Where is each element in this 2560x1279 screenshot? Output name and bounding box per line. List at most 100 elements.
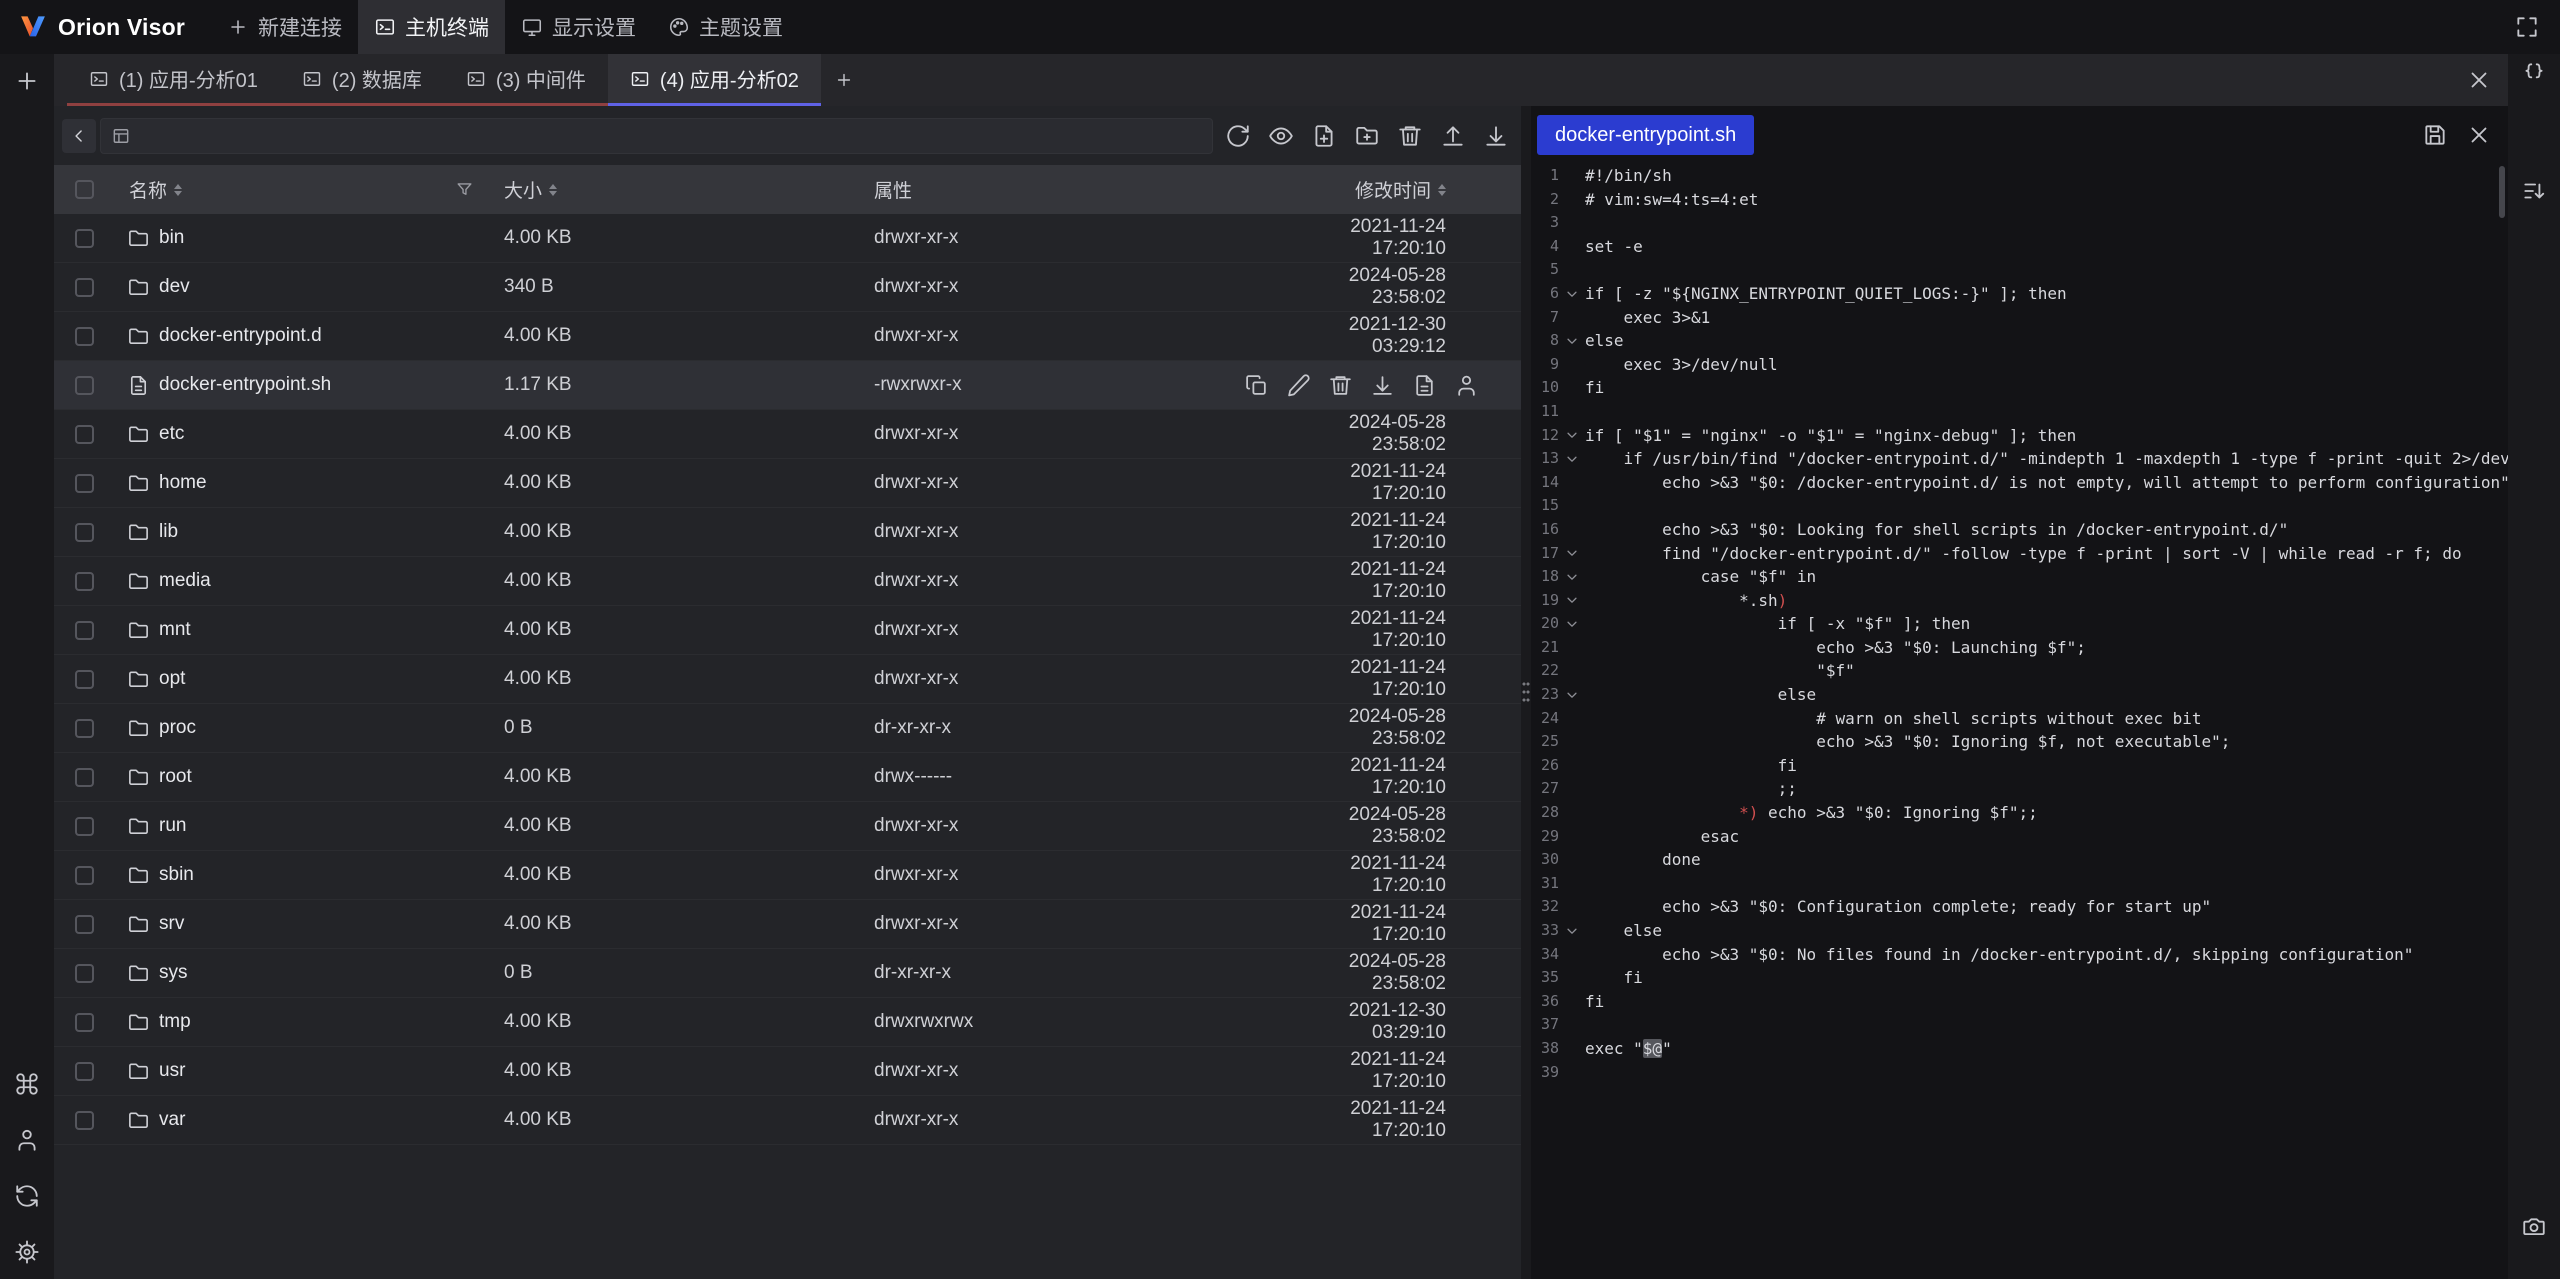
row-checkbox[interactable] [75, 866, 94, 885]
row-checkbox[interactable] [75, 817, 94, 836]
copy-icon[interactable] [1244, 373, 1269, 398]
row-checkbox[interactable] [75, 621, 94, 640]
edit-icon[interactable] [1286, 373, 1311, 398]
row-checkbox[interactable] [75, 719, 94, 738]
new-terminal-plus-icon[interactable] [14, 68, 40, 94]
file-size: 4.00 KB [504, 227, 874, 249]
row-checkbox[interactable] [75, 768, 94, 787]
path-bar[interactable] [100, 118, 1213, 154]
menu-item-new-connection[interactable]: 新建连接 [211, 0, 358, 54]
refresh-icon[interactable] [1225, 123, 1251, 149]
fold-toggle-icon[interactable] [1559, 287, 1585, 301]
user-icon[interactable] [14, 1127, 40, 1153]
settings-gear-icon[interactable] [14, 1239, 40, 1265]
table-row[interactable]: run 4.00 KB drwxr-xr-x 2024-05-28 23:58:… [54, 802, 1521, 851]
select-all-checkbox[interactable] [75, 180, 94, 199]
table-row[interactable]: sys 0 B dr-xr-xr-x 2024-05-28 23:58:02 [54, 949, 1521, 998]
fold-toggle-icon[interactable] [1559, 593, 1585, 607]
filter-funnel-icon[interactable] [455, 180, 474, 199]
add-tab-icon[interactable] [821, 54, 867, 106]
menu-item-theme-settings[interactable]: 主题设置 [652, 0, 799, 54]
code-line: 2# vim:sw=4:ts=4:et [1531, 188, 2508, 212]
close-icon[interactable] [2466, 67, 2492, 93]
table-row[interactable]: srv 4.00 KB drwxr-xr-x 2021-11-24 17:20:… [54, 900, 1521, 949]
table-row[interactable]: sbin 4.00 KB drwxr-xr-x 2021-11-24 17:20… [54, 851, 1521, 900]
fold-toggle-icon[interactable] [1559, 546, 1585, 560]
terminal-tab-1[interactable]: (1) 应用-分析01 [67, 54, 280, 106]
editor-scrollbar-thumb[interactable] [2499, 166, 2505, 218]
braces-icon[interactable] [2521, 60, 2547, 86]
row-checkbox[interactable] [75, 327, 94, 346]
close-icon[interactable] [2466, 122, 2492, 148]
terminal-tab-2[interactable]: (2) 数据库 [280, 54, 444, 106]
menu-item-host-terminal[interactable]: 主机终端 [358, 0, 505, 54]
row-checkbox[interactable] [75, 474, 94, 493]
fold-toggle-icon[interactable] [1559, 334, 1585, 348]
table-row[interactable]: media 4.00 KB drwxr-xr-x 2021-11-24 17:2… [54, 557, 1521, 606]
editor-file-tab[interactable]: docker-entrypoint.sh [1537, 115, 1754, 155]
sort-size-icon[interactable] [549, 184, 557, 196]
table-row[interactable]: bin 4.00 KB drwxr-xr-x 2021-11-24 17:20:… [54, 214, 1521, 263]
sync-icon[interactable] [14, 1183, 40, 1209]
delete-icon[interactable] [1328, 373, 1353, 398]
row-checkbox[interactable] [75, 278, 94, 297]
screenshot-camera-icon[interactable] [2521, 1213, 2547, 1239]
delete-icon[interactable] [1397, 123, 1423, 149]
table-row[interactable]: home 4.00 KB drwxr-xr-x 2021-11-24 17:20… [54, 459, 1521, 508]
table-row[interactable]: mnt 4.00 KB drwxr-xr-x 2021-11-24 17:20:… [54, 606, 1521, 655]
row-checkbox[interactable] [75, 964, 94, 983]
new-file-icon[interactable] [1311, 123, 1337, 149]
panel-splitter[interactable] [1521, 106, 1531, 1279]
table-row[interactable]: var 4.00 KB drwxr-xr-x 2021-11-24 17:20:… [54, 1096, 1521, 1145]
table-row[interactable]: proc 0 B dr-xr-xr-x 2024-05-28 23:58:02 [54, 704, 1521, 753]
sort-lines-icon[interactable] [2521, 178, 2547, 204]
fold-toggle-icon[interactable] [1559, 428, 1585, 442]
row-checkbox[interactable] [75, 425, 94, 444]
fold-toggle-icon[interactable] [1559, 688, 1585, 702]
fold-toggle-icon[interactable] [1559, 452, 1585, 466]
row-checkbox[interactable] [75, 1111, 94, 1130]
column-name: 名称 [129, 176, 167, 203]
file-name: run [159, 815, 186, 837]
table-row[interactable]: root 4.00 KB drwx------ 2021-11-24 17:20… [54, 753, 1521, 802]
table-row[interactable]: lib 4.00 KB drwxr-xr-x 2021-11-24 17:20:… [54, 508, 1521, 557]
command-icon[interactable] [14, 1071, 40, 1097]
menu-item-display-settings[interactable]: 显示设置 [505, 0, 652, 54]
download-icon[interactable] [1483, 123, 1509, 149]
table-row[interactable]: tmp 4.00 KB drwxrwxrwx 2021-12-30 03:29:… [54, 998, 1521, 1047]
file-mtime: 2021-11-24 17:20:10 [1294, 559, 1521, 603]
fold-toggle-icon[interactable] [1559, 617, 1585, 631]
save-icon[interactable] [2422, 122, 2448, 148]
table-row[interactable]: docker-entrypoint.sh 1.17 KB -rwxrwxr-x [54, 361, 1521, 410]
row-checkbox[interactable] [75, 1013, 94, 1032]
row-checkbox[interactable] [75, 1062, 94, 1081]
fold-toggle-icon[interactable] [1559, 924, 1585, 938]
row-checkbox[interactable] [75, 670, 94, 689]
table-row[interactable]: dev 340 B drwxr-xr-x 2024-05-28 23:58:02 [54, 263, 1521, 312]
row-checkbox[interactable] [75, 229, 94, 248]
new-folder-icon[interactable] [1354, 123, 1380, 149]
fold-toggle-icon[interactable] [1559, 570, 1585, 584]
row-checkbox[interactable] [75, 915, 94, 934]
fullscreen-icon[interactable] [2514, 14, 2540, 40]
file-info-icon[interactable] [1412, 373, 1437, 398]
back-button[interactable] [62, 119, 96, 153]
row-checkbox[interactable] [75, 523, 94, 542]
terminal-tab-4[interactable]: (4) 应用-分析02 [608, 54, 821, 106]
code-editor[interactable]: 1#!/bin/sh2# vim:sw=4:ts=4:et34set -e56i… [1531, 164, 2508, 1279]
terminal-tab-3[interactable]: (3) 中间件 [444, 54, 608, 106]
row-checkbox[interactable] [75, 572, 94, 591]
download-icon[interactable] [1370, 373, 1395, 398]
table-row[interactable]: usr 4.00 KB drwxr-xr-x 2021-11-24 17:20:… [54, 1047, 1521, 1096]
table-row[interactable]: opt 4.00 KB drwxr-xr-x 2021-11-24 17:20:… [54, 655, 1521, 704]
sort-mtime-icon[interactable] [1438, 184, 1446, 196]
preview-eye-icon[interactable] [1268, 123, 1294, 149]
table-row[interactable]: docker-entrypoint.d 4.00 KB drwxr-xr-x 2… [54, 312, 1521, 361]
sftp-toolbar [54, 106, 1521, 165]
sort-name-icon[interactable] [174, 184, 182, 196]
path-input[interactable] [139, 125, 1202, 147]
permission-icon[interactable] [1454, 373, 1479, 398]
row-checkbox[interactable] [75, 376, 94, 395]
upload-icon[interactable] [1440, 123, 1466, 149]
table-row[interactable]: etc 4.00 KB drwxr-xr-x 2024-05-28 23:58:… [54, 410, 1521, 459]
